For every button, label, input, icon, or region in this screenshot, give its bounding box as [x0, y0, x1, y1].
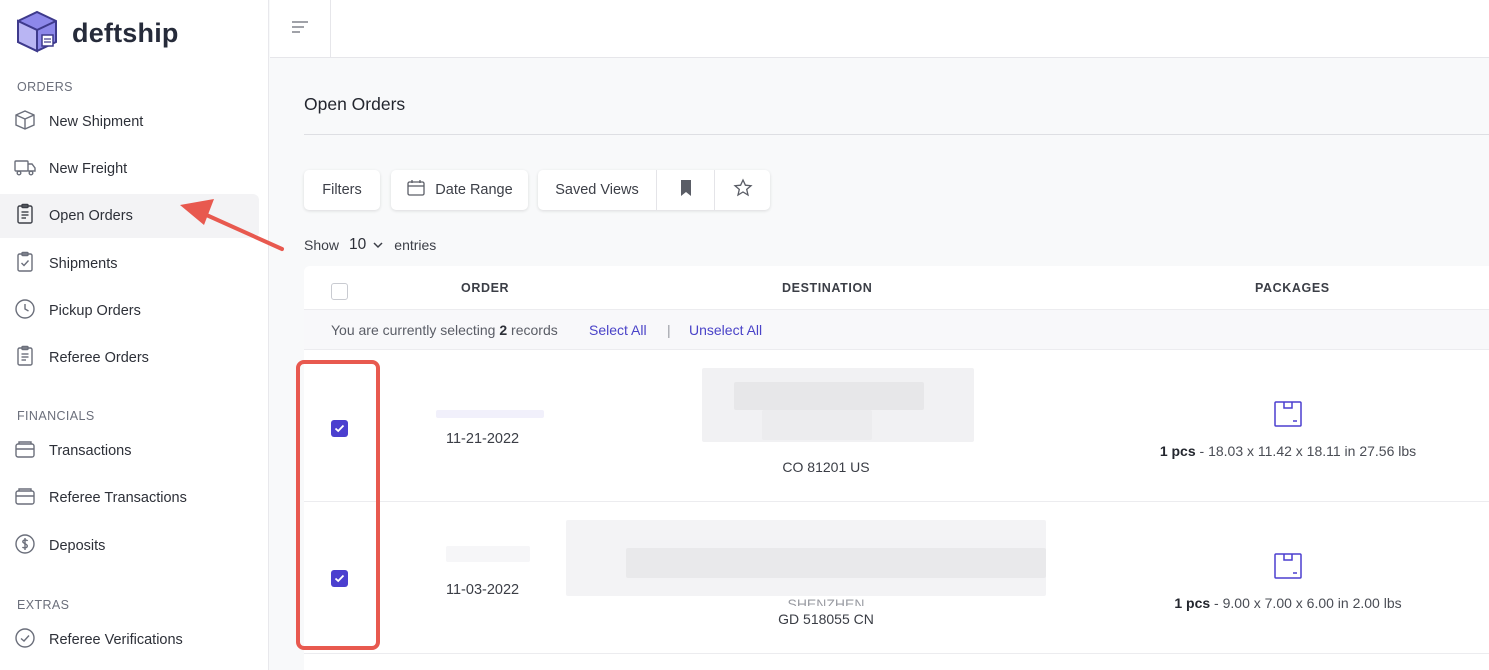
order-id-redacted: [446, 546, 530, 562]
order-date: 11-03-2022: [446, 582, 520, 598]
saved-views-label: Saved Views: [555, 182, 639, 198]
table-row[interactable]: 11-21-2022 CO 81201 US 1 pcs - 18.03 x 1…: [304, 350, 1489, 502]
destination-line: GD 518055 CN: [778, 611, 874, 627]
package-icon: [1273, 552, 1303, 585]
destination-line: CO 81201 US: [782, 459, 870, 475]
filters-button[interactable]: Filters: [304, 170, 380, 210]
entries-selector: Show 10 entries: [304, 236, 436, 254]
selection-bar: You are currently selecting 2 records Se…: [304, 310, 1489, 350]
date-range-label: Date Range: [435, 182, 513, 198]
selection-count: 2: [499, 322, 508, 338]
wallet-icon: [13, 437, 37, 465]
sidebar-item-label: Transactions: [49, 443, 132, 459]
package-dimensions: - 18.03 x 11.42 x 18.11 in 27.56 lbs: [1195, 443, 1417, 459]
package-count: 1 pcs: [1159, 443, 1196, 459]
package-dimensions: - 9.00 x 7.00 x 6.00 in 2.00 lbs: [1210, 595, 1402, 611]
address-redacted: [762, 410, 872, 440]
select-all-checkbox[interactable]: [331, 283, 348, 300]
selection-text: You are currently selecting: [331, 322, 496, 338]
bookmark-icon: [678, 179, 694, 201]
order-date: 11-21-2022: [446, 431, 520, 447]
sidebar-item-label: Open Orders: [49, 208, 133, 224]
sidebar-item-new-shipment[interactable]: New Shipment: [0, 100, 259, 144]
sidebar-item-referee-orders[interactable]: Referee Orders: [0, 336, 259, 380]
column-header-order[interactable]: ORDER: [461, 281, 509, 295]
section-title-extras: EXTRAS: [17, 598, 70, 612]
truck-icon: [13, 155, 37, 183]
table-header: ORDER DESTINATION PACKAGES: [304, 266, 1489, 310]
brand-name: deftship: [72, 17, 179, 48]
orders-table: ORDER DESTINATION PACKAGES You are curre…: [304, 266, 1489, 670]
dollar-circle-icon: [13, 532, 37, 560]
sidebar-item-label: Referee Orders: [49, 350, 149, 366]
address-redacted: [626, 548, 1046, 578]
column-header-destination[interactable]: DESTINATION: [782, 281, 872, 295]
address-redacted: [734, 382, 924, 410]
hamburger-menu-icon: [290, 20, 310, 39]
sidebar-item-label: Deposits: [49, 538, 106, 554]
select-all-link[interactable]: Select All: [589, 322, 647, 338]
show-label: Show: [304, 237, 340, 253]
title-divider: [304, 134, 1489, 135]
brand[interactable]: deftship: [14, 9, 179, 58]
sidebar-item-label: Referee Transactions: [49, 490, 187, 506]
entries-label: entries: [394, 237, 437, 253]
sidebar-item-label: New Freight: [49, 161, 128, 177]
saved-views-group: Saved Views: [538, 170, 770, 210]
saved-views-button[interactable]: Saved Views: [538, 170, 656, 210]
selection-status: You are currently selecting 2 records: [331, 322, 558, 338]
sidebar-item-transactions[interactable]: Transactions: [0, 429, 259, 473]
sidebar-item-new-freight[interactable]: New Freight: [0, 147, 259, 191]
sidebar-item-pickup-orders[interactable]: Pickup Orders: [0, 289, 259, 333]
annotation-arrow: [180, 199, 284, 251]
package-icon: [1273, 400, 1303, 433]
selection-text-suffix: records: [511, 322, 558, 338]
date-range-button[interactable]: Date Range: [391, 170, 528, 210]
sidebar-item-label: New Shipment: [49, 114, 144, 130]
selection-separator: |: [667, 322, 671, 338]
sidebar-item-label: Pickup Orders: [49, 303, 141, 319]
filters-label: Filters: [322, 182, 362, 198]
clipboard-icon: [13, 202, 37, 230]
clock-icon: [13, 297, 37, 325]
sidebar-item-label: Referee Verifications: [49, 632, 183, 648]
section-title-financials: FINANCIALS: [17, 409, 95, 423]
page-title: Open Orders: [304, 94, 406, 114]
top-bar: [270, 0, 1489, 58]
menu-toggle-button[interactable]: [270, 0, 331, 58]
entries-count-select[interactable]: 10: [349, 236, 366, 254]
sidebar: deftship ORDERS New Shipment New Freight…: [0, 0, 269, 670]
check-circle-icon: [13, 626, 37, 654]
column-header-packages[interactable]: PACKAGES: [1255, 281, 1330, 295]
package-details: 1 pcs - 18.03 x 11.42 x 18.11 in 27.56 l…: [1088, 443, 1488, 459]
section-title-orders: ORDERS: [17, 80, 73, 94]
sidebar-item-deposits[interactable]: Deposits: [0, 524, 259, 568]
sidebar-item-label: Shipments: [49, 256, 118, 272]
wallet-icon: [13, 484, 37, 512]
clipboard-check-icon: [13, 250, 37, 278]
favorite-button[interactable]: [714, 170, 770, 210]
bookmark-button[interactable]: [656, 170, 714, 210]
order-id-redacted: [436, 410, 544, 418]
clipboard-icon: [13, 344, 37, 372]
sidebar-item-referee-verifications[interactable]: Referee Verifications: [0, 618, 259, 662]
calendar-icon: [406, 179, 426, 201]
star-icon: [732, 178, 753, 202]
package-count: 1 pcs: [1174, 595, 1211, 611]
box-logo-icon: [14, 9, 60, 58]
table-row[interactable]: 11-03-2022 SHENZHEN GD 518055 CN 1 pcs -…: [304, 502, 1489, 654]
unselect-all-link[interactable]: Unselect All: [689, 322, 762, 338]
chevron-down-icon[interactable]: [372, 237, 384, 253]
annotation-highlight-box: [296, 360, 380, 650]
package-details: 1 pcs - 9.00 x 7.00 x 6.00 in 2.00 lbs: [1088, 595, 1488, 611]
sidebar-item-referee-transactions[interactable]: Referee Transactions: [0, 476, 259, 520]
box-icon: [13, 108, 37, 136]
destination-city: SHENZHEN: [787, 596, 865, 606]
